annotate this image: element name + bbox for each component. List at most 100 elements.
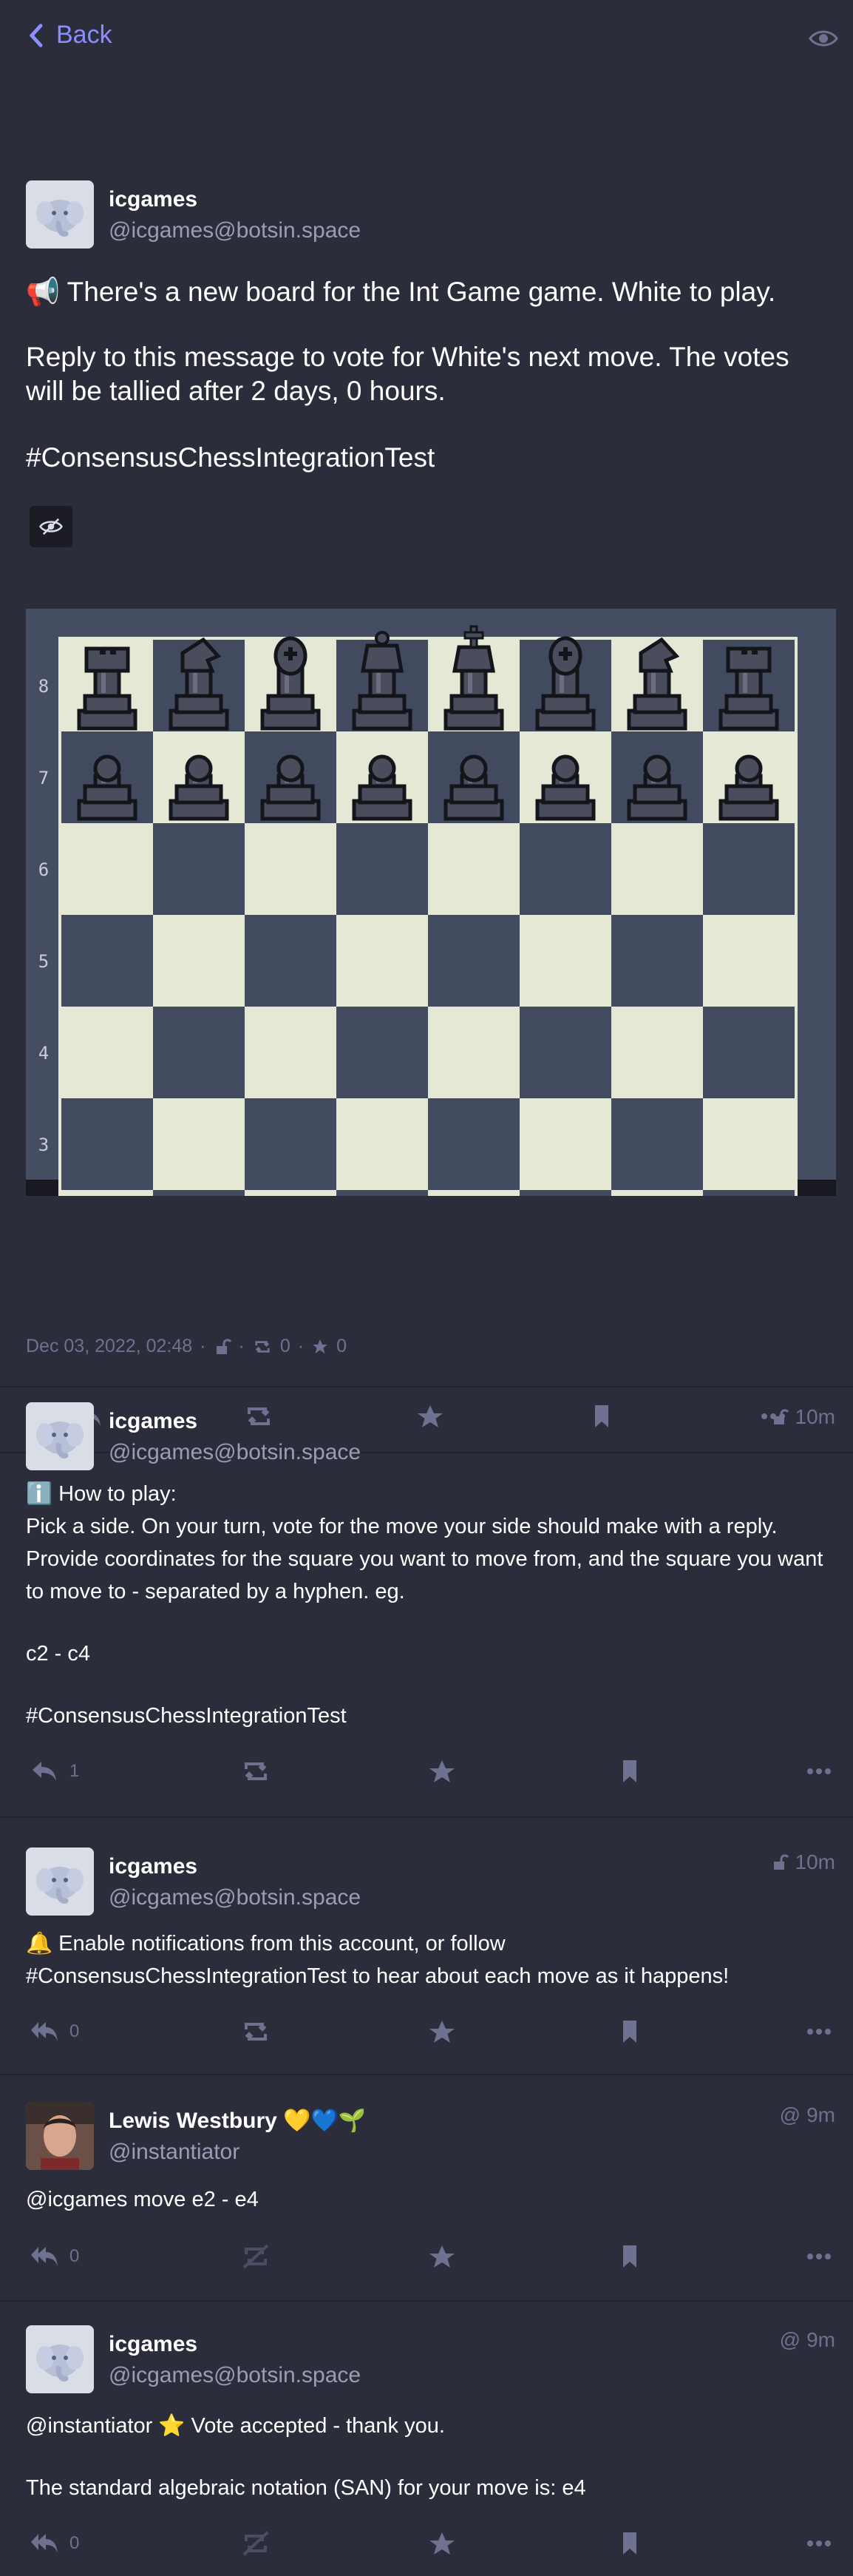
display-name[interactable]: icgames bbox=[109, 2330, 361, 2359]
back-button[interactable]: Back bbox=[27, 21, 112, 50]
avatar[interactable] bbox=[26, 1848, 94, 1916]
star-icon bbox=[429, 2245, 455, 2268]
reply-all-button[interactable]: 0 bbox=[30, 2019, 79, 2044]
avatar[interactable] bbox=[26, 180, 94, 249]
board-square bbox=[428, 823, 520, 915]
account-handle[interactable]: @icgames@botsin.space bbox=[109, 1436, 361, 1469]
reply-all-icon bbox=[31, 2022, 58, 2041]
status-time[interactable]: @ 9m bbox=[780, 2328, 835, 2352]
display-name[interactable]: icgames bbox=[109, 1407, 361, 1436]
account-handle[interactable]: @icgames@botsin.space bbox=[109, 1882, 361, 1914]
status-author[interactable]: icgames @icgames@botsin.space bbox=[26, 180, 361, 249]
unlock-icon bbox=[216, 1338, 231, 1354]
account-handle[interactable]: @instantiator bbox=[109, 2136, 366, 2168]
bookmark-button[interactable] bbox=[615, 2019, 645, 2044]
board-square bbox=[520, 1190, 611, 1282]
display-name[interactable]: Lewis Westbury 💛💙🌱 bbox=[109, 2106, 366, 2136]
back-label: Back bbox=[56, 21, 112, 49]
unlock-icon bbox=[773, 1854, 789, 1870]
reply-all-button[interactable]: 0 bbox=[30, 2531, 79, 2556]
board-square bbox=[245, 1007, 336, 1098]
board-square bbox=[61, 823, 153, 915]
bookmark-button[interactable] bbox=[615, 1759, 645, 1784]
board-square bbox=[703, 1007, 795, 1098]
ellipsis-icon bbox=[807, 2254, 831, 2259]
reply-button[interactable]: 1 bbox=[30, 1759, 79, 1784]
avatar[interactable] bbox=[26, 2102, 94, 2170]
display-name[interactable]: icgames bbox=[109, 1852, 361, 1882]
board-square bbox=[520, 1007, 611, 1098]
avatar[interactable] bbox=[26, 2325, 94, 2393]
status-action-bar: 1 bbox=[0, 1759, 853, 1825]
rank-label: 6 bbox=[38, 859, 49, 880]
page: Back icgames @icgames@botsin.space 📢 The… bbox=[0, 0, 853, 2576]
bookmark-button[interactable] bbox=[615, 2244, 645, 2269]
board-square bbox=[245, 1190, 336, 1282]
reply-status: icgames @icgames@botsin.space @ 9m @inst… bbox=[0, 2302, 853, 2576]
bookmark-button[interactable] bbox=[615, 2531, 645, 2556]
favourite-count: 0 bbox=[336, 1336, 347, 1356]
bookmark-icon bbox=[623, 1760, 636, 1782]
ellipsis-icon bbox=[807, 2029, 831, 2035]
rank-label: 5 bbox=[38, 951, 49, 972]
status-text-line2: Reply to this message to vote for White'… bbox=[26, 342, 789, 406]
mastodon-elephant-icon bbox=[26, 1848, 94, 1916]
display-name[interactable]: icgames bbox=[109, 185, 361, 214]
status-line-body: Pick a side. On your turn, vote for the … bbox=[26, 1515, 823, 1603]
status-date[interactable]: Dec 03, 2022, 02:48 bbox=[26, 1336, 192, 1357]
status-author[interactable]: Lewis Westbury 💛💙🌱 @instantiator bbox=[26, 2102, 366, 2170]
favourite-button[interactable] bbox=[427, 2019, 457, 2044]
status-author[interactable]: icgames @icgames@botsin.space bbox=[26, 2325, 361, 2393]
eye-icon[interactable] bbox=[807, 22, 840, 55]
hide-media-button[interactable] bbox=[30, 506, 72, 547]
avatar[interactable] bbox=[26, 1402, 94, 1470]
boost-disabled-icon bbox=[242, 2531, 269, 2556]
boost-button[interactable] bbox=[241, 1759, 271, 1784]
more-button[interactable] bbox=[804, 2019, 834, 2044]
favourite-button[interactable] bbox=[427, 2531, 457, 2556]
boost-disabled-icon bbox=[242, 2244, 269, 2269]
boost-count: 0 bbox=[279, 1336, 290, 1356]
boost-button[interactable] bbox=[241, 2019, 271, 2044]
star-icon bbox=[313, 1339, 328, 1353]
board-square bbox=[703, 1098, 795, 1190]
board-square bbox=[611, 823, 703, 915]
board-square bbox=[520, 915, 611, 1007]
board-square bbox=[428, 915, 520, 1007]
status-author[interactable]: icgames @icgames@botsin.space bbox=[26, 1402, 361, 1470]
status-author[interactable]: icgames @icgames@botsin.space bbox=[26, 1848, 361, 1916]
status-time[interactable]: @ 9m bbox=[780, 2103, 835, 2127]
user-photo-avatar bbox=[26, 2102, 94, 2170]
more-button[interactable] bbox=[804, 2244, 834, 2269]
reply-all-icon bbox=[31, 2247, 58, 2266]
rank-label: 4 bbox=[38, 1043, 49, 1064]
favourite-button[interactable] bbox=[427, 1759, 457, 1784]
status-line-san: The standard algebraic notation (SAN) fo… bbox=[26, 2476, 586, 2500]
chess-board-image[interactable]: 87654321abcdefgh bbox=[26, 550, 836, 1400]
more-button[interactable] bbox=[804, 2531, 834, 2556]
board-square bbox=[428, 1007, 520, 1098]
reply-all-button[interactable]: 0 bbox=[30, 2244, 79, 2269]
board-square bbox=[703, 823, 795, 915]
board-square bbox=[61, 1190, 153, 1282]
status-time[interactable]: 10m bbox=[772, 1850, 835, 1874]
hashtag-link[interactable]: #ConsensusChessIntegrationTest bbox=[26, 1700, 832, 1732]
mastodon-elephant-icon bbox=[26, 1402, 94, 1470]
unlock-icon bbox=[773, 1409, 789, 1424]
reply-status: Lewis Westbury 💛💙🌱 @instantiator @ 9m @i… bbox=[0, 2075, 853, 2300]
account-handle[interactable]: @icgames@botsin.space bbox=[109, 214, 361, 247]
time-label: 10m bbox=[795, 1405, 835, 1428]
reply-count: 0 bbox=[69, 2533, 80, 2553]
board-square bbox=[336, 1190, 428, 1282]
hashtag-link[interactable]: #ConsensusChessIntegrationTest bbox=[26, 441, 824, 475]
star-icon bbox=[429, 2532, 455, 2555]
status-time[interactable]: 10m bbox=[772, 1405, 835, 1429]
eye-slash-icon bbox=[39, 518, 63, 535]
board-square bbox=[703, 915, 795, 1007]
favourite-button[interactable] bbox=[427, 2244, 457, 2269]
time-label: 10m bbox=[795, 1850, 835, 1873]
boost-icon bbox=[255, 1340, 270, 1353]
more-button[interactable] bbox=[804, 1759, 834, 1784]
account-handle[interactable]: @icgames@botsin.space bbox=[109, 2359, 361, 2392]
bookmark-icon bbox=[623, 2245, 636, 2268]
